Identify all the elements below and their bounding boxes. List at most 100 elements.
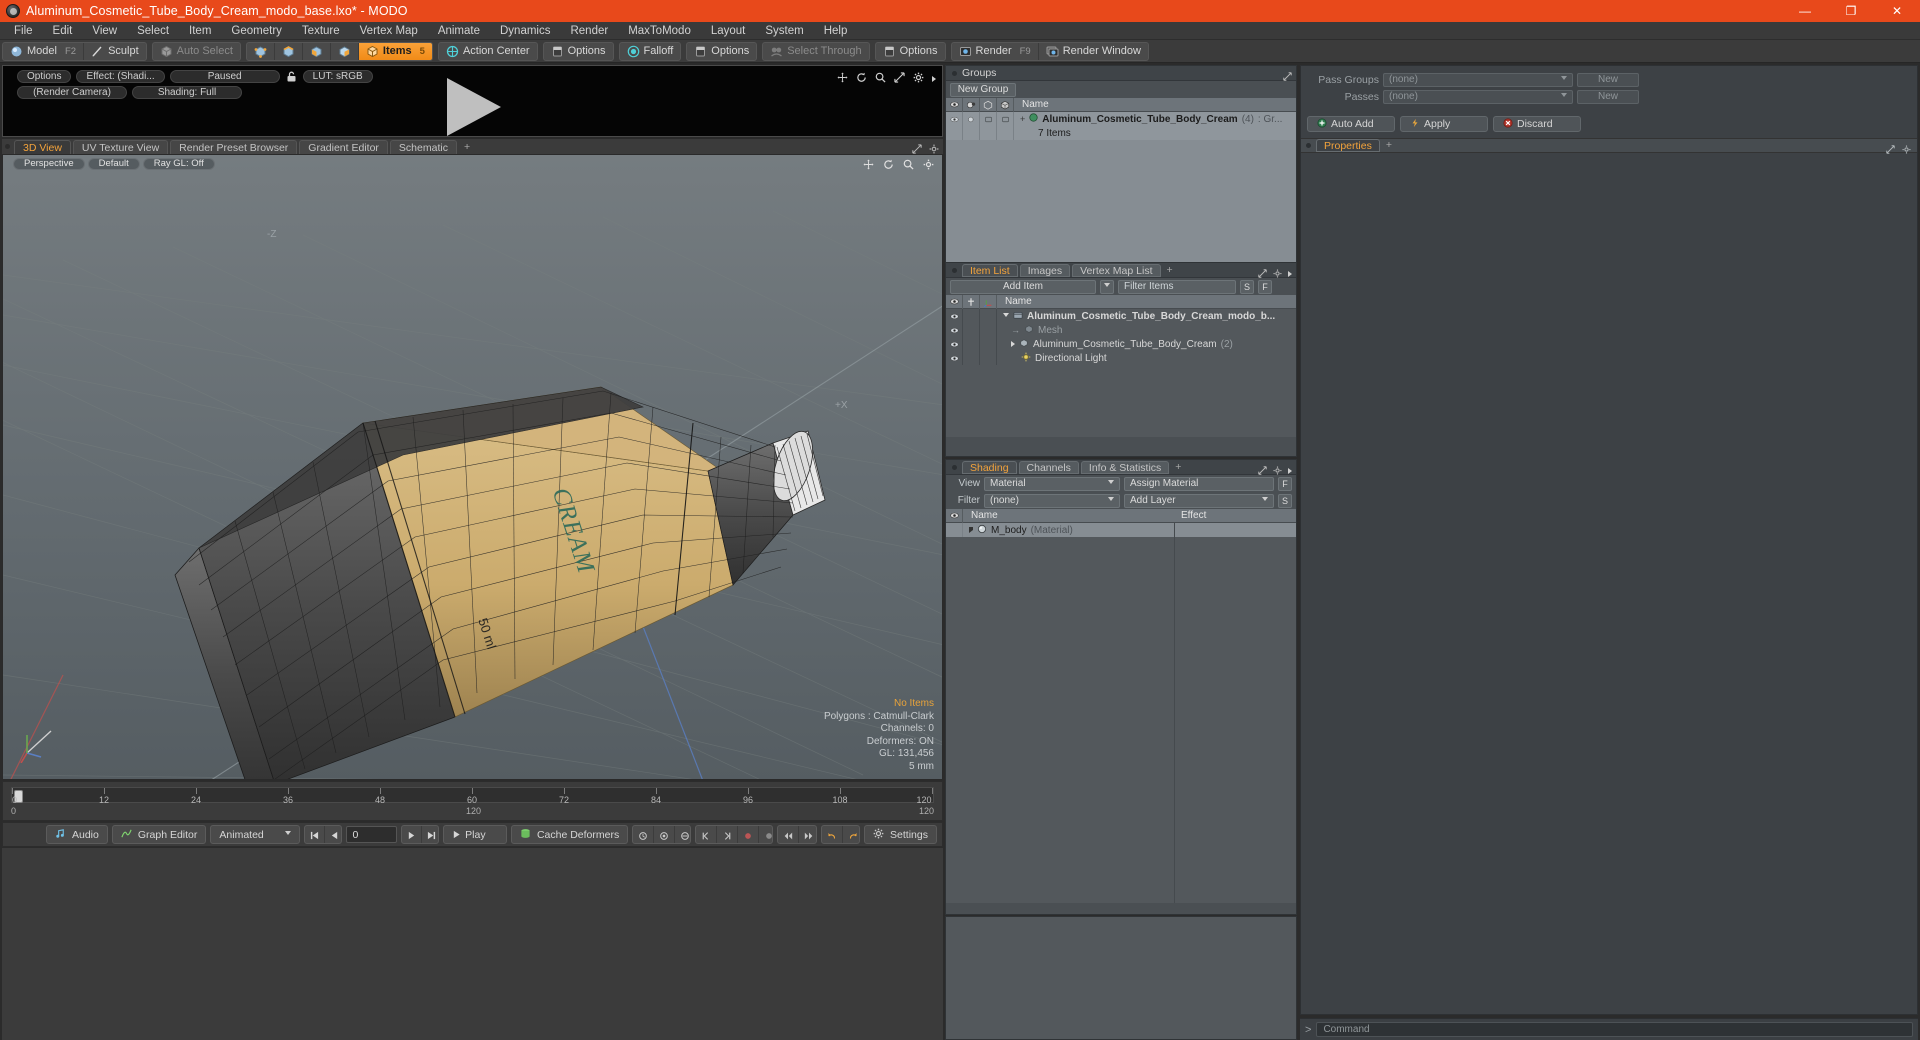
menu-dynamics[interactable]: Dynamics [490,22,560,40]
key-all-button[interactable] [759,826,772,843]
key-mode-button[interactable] [675,826,690,843]
viewport-raygl-button[interactable]: Ray GL: Off [142,157,215,170]
item-row-content-1[interactable]: → Mesh [997,324,1062,337]
audio-button[interactable]: Audio [46,825,108,844]
undo-button[interactable] [822,826,843,843]
item-list-tab-add[interactable]: + [1163,264,1177,277]
assign-material-dropdown[interactable]: Assign Material [1124,476,1274,491]
menu-select[interactable]: Select [127,22,179,40]
viewport-gear-icon[interactable] [923,157,934,175]
discard-button[interactable]: Discard [1493,116,1581,132]
groups-list-item[interactable]: + Aluminum_Cosmetic_Tube_Body_Cream (4) … [946,112,1296,126]
preview-lut-button[interactable]: LUT: sRGB [302,70,373,83]
command-input[interactable]: Command [1316,1022,1913,1037]
viewport-zoom-icon[interactable] [903,157,914,175]
row-eye-toggle-1[interactable] [946,323,963,337]
minimize-button[interactable]: — [1782,0,1828,22]
previous-frame-button[interactable] [325,826,341,843]
auto-add-button[interactable]: Auto Add [1307,116,1395,132]
tab-uv-texture-view[interactable]: UV Texture View [72,139,169,154]
scene-expand-icon[interactable] [1003,312,1009,320]
shading-view-dropdown[interactable]: Material [984,476,1120,491]
tab-vertex-map-list[interactable]: Vertex Map List [1072,263,1161,277]
tab-info-statistics[interactable]: Info & Statistics [1080,460,1170,474]
item-list-gear-icon[interactable] [1273,265,1282,283]
menu-geometry[interactable]: Geometry [221,22,292,40]
select-through-options-button[interactable]: Options [876,43,945,60]
new-group-button[interactable]: New Group [950,82,1016,97]
redo-button[interactable] [843,826,860,843]
menu-texture[interactable]: Texture [292,22,350,40]
fit-icon[interactable] [894,70,905,88]
item-list-expand-icon[interactable] [1258,265,1267,283]
action-center-options-button[interactable]: Options [544,43,613,60]
shading-filter-dropdown[interactable]: (none) [984,493,1120,508]
viewport-perspective-button[interactable]: Perspective [13,157,85,170]
add-layer-dropdown[interactable]: Add Layer [1124,493,1274,508]
menu-render[interactable]: Render [560,22,618,40]
item-row-content-2[interactable]: Aluminum_Cosmetic_Tube_Body_Cream (2) [997,338,1233,351]
record-button[interactable] [738,826,759,843]
maximize-button[interactable]: ❐ [1828,0,1874,22]
next-key-button[interactable] [717,826,738,843]
menu-item[interactable]: Item [179,22,221,40]
preview-effect-button[interactable]: Effect: (Shadi... [76,70,165,83]
menu-help[interactable]: Help [814,22,858,40]
menu-file[interactable]: File [4,22,43,40]
tab-channels[interactable]: Channels [1018,460,1079,474]
row-eye-toggle-3[interactable] [946,351,963,365]
tab-properties[interactable]: Properties [1316,139,1380,152]
tab-item-list[interactable]: Item List [962,263,1018,277]
rotate-icon[interactable] [856,70,867,88]
render-button[interactable]: Render F9 [952,42,1039,60]
vertices-mode-button[interactable] [247,42,275,60]
filter-items-input[interactable]: Filter Items [1118,279,1236,294]
table-row[interactable]: M_body (Material) [946,523,1296,537]
menu-view[interactable]: View [82,22,127,40]
row-render-toggle[interactable] [963,112,980,126]
add-item-button[interactable]: Add Item [950,279,1096,294]
loop-start-button[interactable] [778,826,799,843]
groups-item-row[interactable]: + Aluminum_Cosmetic_Tube_Body_Cream (4) … [1014,113,1282,125]
preview-camera-button[interactable]: (Render Camera) [17,86,127,99]
viewport-3d[interactable]: CREAM 50 ml Perspective Default Ray GL: … [2,154,943,780]
tab-add-button[interactable]: + [459,140,475,154]
gear-icon[interactable] [913,70,924,88]
pan-icon[interactable] [837,70,848,88]
auto-key-button[interactable] [654,826,676,843]
loop-end-button[interactable] [799,826,816,843]
tab-schematic[interactable]: Schematic [389,139,457,154]
mesh-expand-icon[interactable] [1011,341,1015,347]
add-item-dropdown[interactable] [1100,279,1114,294]
go-to-end-button[interactable] [422,826,438,843]
preview-play-icon[interactable] [447,78,501,136]
edges-mode-button[interactable] [275,42,303,60]
viewport-pan-icon[interactable] [863,157,874,175]
render-window-button[interactable]: Render Window [1039,43,1148,60]
items-mode-button[interactable]: Items 5 [358,42,432,60]
timeline[interactable]: 0 12 24 36 48 60 72 84 96 108 120 0 120 … [2,781,943,821]
key-channels-button[interactable] [633,826,655,843]
table-row[interactable]: → Mesh [946,323,1296,337]
tab-shading[interactable]: Shading [962,460,1017,474]
row-wire-toggle[interactable] [980,112,997,126]
item-list-menu-arrow-icon[interactable] [1288,271,1292,277]
table-row[interactable]: Aluminum_Cosmetic_Tube_Body_Cream_modo_b… [946,309,1296,323]
table-row[interactable]: Directional Light [946,351,1296,365]
action-center-button[interactable]: Action Center [439,43,537,60]
menu-layout[interactable]: Layout [701,22,756,40]
panel-menu-arrow-icon[interactable] [932,76,936,82]
apply-button[interactable]: Apply [1400,116,1488,132]
lock-icon[interactable] [285,70,298,83]
group-expand-icon[interactable]: + [1020,114,1025,124]
pass-groups-new-button[interactable]: New [1577,72,1639,87]
passes-dropdown[interactable]: (none) [1383,89,1573,104]
tab-3d-view[interactable]: 3D View [14,139,71,154]
play-button[interactable]: Play [443,825,507,844]
next-frame-button[interactable] [402,826,423,843]
properties-gear-icon[interactable] [1902,141,1911,159]
viewport-rotate-icon[interactable] [883,157,894,175]
preview-shading-button[interactable]: Shading: Full [132,86,242,99]
shading-s-button[interactable]: S [1278,493,1292,508]
close-button[interactable]: ✕ [1874,0,1920,22]
